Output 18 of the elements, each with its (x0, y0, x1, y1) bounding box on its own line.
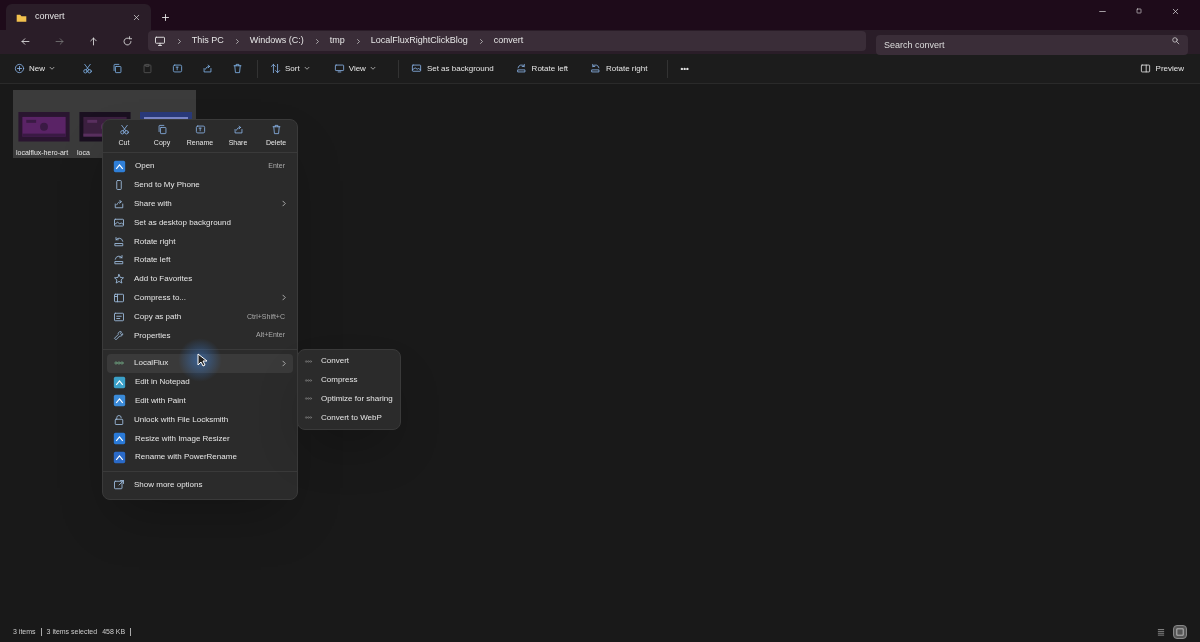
menu-item-label: Rotate right (134, 235, 176, 248)
menu-item-label: Rotate left (134, 254, 171, 267)
menu-item-label: Add to Favorites (134, 273, 193, 286)
menu-item-label: Copy as path (134, 310, 182, 323)
menu-item-label: Edit with Paint (135, 394, 186, 407)
menu-item-label: LocalFlux (134, 357, 169, 370)
menu-item-label: Share with (134, 198, 172, 210)
menu-item-label: Rename with PowerRename (135, 451, 237, 464)
menu-item-label: Resize with Image Resizer (135, 432, 230, 445)
menu-item-label: Set as desktop background (134, 216, 231, 229)
menu-item-label: Unlock with File Locksmith (134, 413, 229, 426)
tab-title: convert (35, 10, 65, 24)
menu-item-label: Open (135, 160, 155, 173)
menu-item-label: Send to My Phone (134, 179, 200, 192)
menu-item-label: Properties (134, 329, 171, 342)
menu-item-label: Compress to... (134, 291, 186, 304)
menu-item-label: Show more options (134, 479, 203, 492)
menu-item-label: Edit in Notepad (135, 376, 190, 389)
